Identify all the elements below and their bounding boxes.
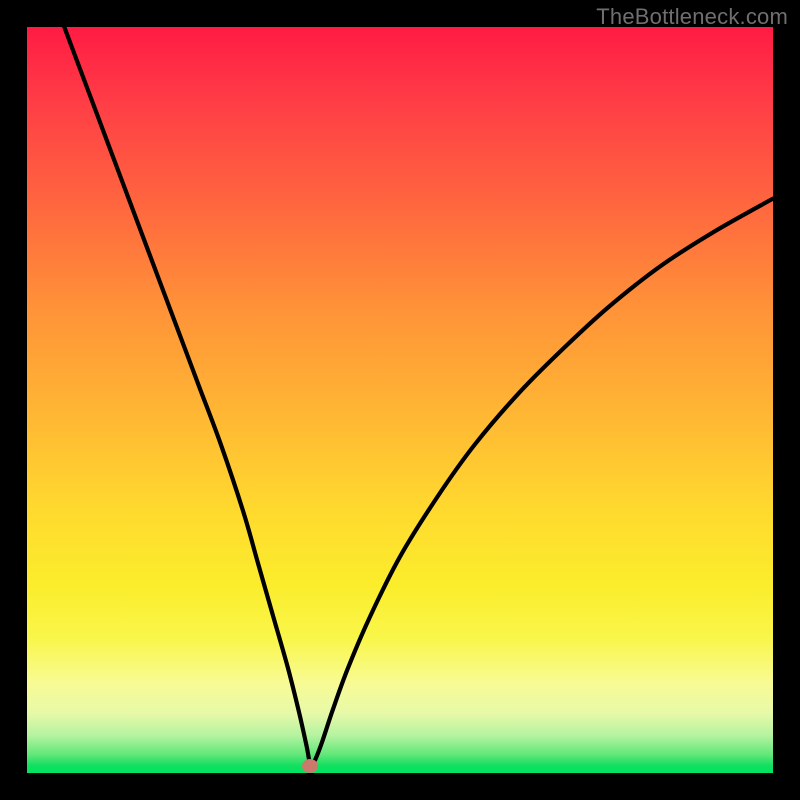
plot-area xyxy=(27,27,773,773)
bottleneck-curve xyxy=(27,27,773,773)
optimum-marker xyxy=(302,759,318,773)
watermark-text: TheBottleneck.com xyxy=(596,4,788,30)
chart-frame: TheBottleneck.com xyxy=(0,0,800,800)
